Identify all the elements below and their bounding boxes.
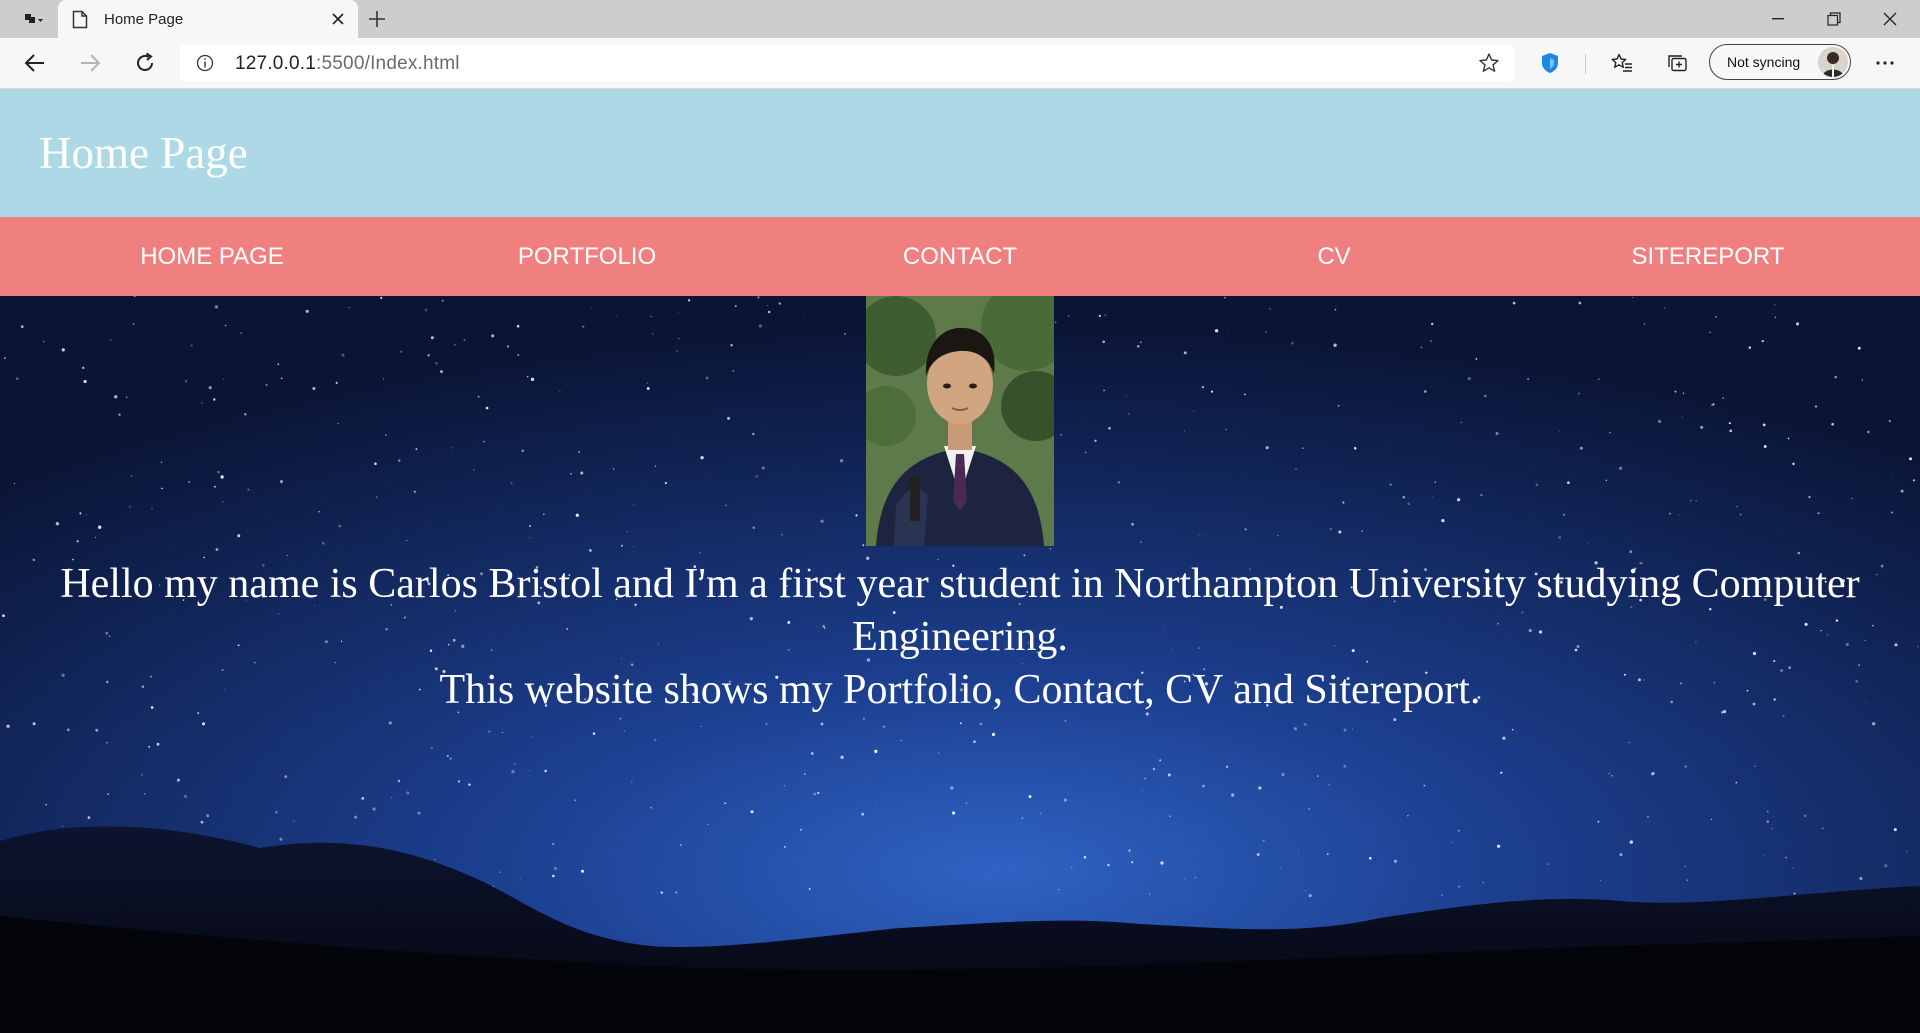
browser-tab-home-page[interactable]: Home Page xyxy=(58,0,358,38)
close-window-icon[interactable] xyxy=(1862,0,1918,38)
nav-link-portfolio[interactable]: PORTFOLIO xyxy=(395,217,779,296)
profile-status-label: Not syncing xyxy=(1727,54,1801,70)
intro-text: Hello my name is Carlos Bristol and I'm … xyxy=(0,558,1920,717)
forward-icon[interactable] xyxy=(73,47,107,79)
tab-actions-menu-icon[interactable] xyxy=(16,6,50,32)
browser-tab-strip: Home Page xyxy=(0,0,1920,38)
intro-line-1: Hello my name is Carlos Bristol and I'm … xyxy=(60,561,1860,660)
nav-link-cv[interactable]: CV xyxy=(1142,217,1526,296)
tab-title: Home Page xyxy=(104,11,184,28)
close-tab-icon[interactable] xyxy=(326,7,350,31)
intro-line-2: This website shows my Portfolio, Contact… xyxy=(439,667,1481,713)
add-favorite-star-icon[interactable] xyxy=(1478,52,1500,79)
url-host: 127.0.0.1 xyxy=(235,53,317,74)
favorites-icon[interactable] xyxy=(1605,47,1639,79)
restore-icon[interactable] xyxy=(1806,0,1862,38)
minimize-icon[interactable] xyxy=(1750,0,1806,38)
tracking-shield-icon[interactable] xyxy=(1533,47,1567,79)
collections-icon[interactable] xyxy=(1660,47,1694,79)
site-info-icon[interactable] xyxy=(196,54,214,77)
more-options-icon[interactable] xyxy=(1868,47,1902,79)
address-bar[interactable]: 127.0.0.1:5500/Index.html xyxy=(180,45,1514,81)
site-navigation: HOME PAGE PORTFOLIO CONTACT CV SITEREPOR… xyxy=(0,217,1920,296)
new-tab-icon[interactable] xyxy=(362,6,392,32)
profile-photo xyxy=(866,296,1054,546)
toolbar-separator xyxy=(1585,54,1586,74)
url-path: :5500/Index.html xyxy=(316,53,460,74)
profile-not-syncing-button[interactable]: Not syncing xyxy=(1709,44,1851,80)
profile-avatar xyxy=(1818,47,1848,77)
site-header: Home Page xyxy=(0,89,1920,217)
nav-link-sitereport[interactable]: SITEREPORT xyxy=(1516,217,1900,296)
browser-toolbar: 127.0.0.1:5500/Index.html Not syncing xyxy=(0,38,1920,89)
main-content: Hello my name is Carlos Bristol and I'm … xyxy=(0,296,1920,1033)
url-text[interactable]: 127.0.0.1:5500/Index.html xyxy=(235,53,460,75)
back-icon[interactable] xyxy=(18,47,52,79)
web-page: Home Page HOME PAGE PORTFOLIO CONTACT CV… xyxy=(0,89,1920,1033)
page-title: Home Page xyxy=(39,128,248,178)
page-icon xyxy=(72,10,88,34)
refresh-icon[interactable] xyxy=(128,47,162,79)
nav-link-contact[interactable]: CONTACT xyxy=(768,217,1152,296)
nav-link-home-page[interactable]: HOME PAGE xyxy=(20,217,404,296)
